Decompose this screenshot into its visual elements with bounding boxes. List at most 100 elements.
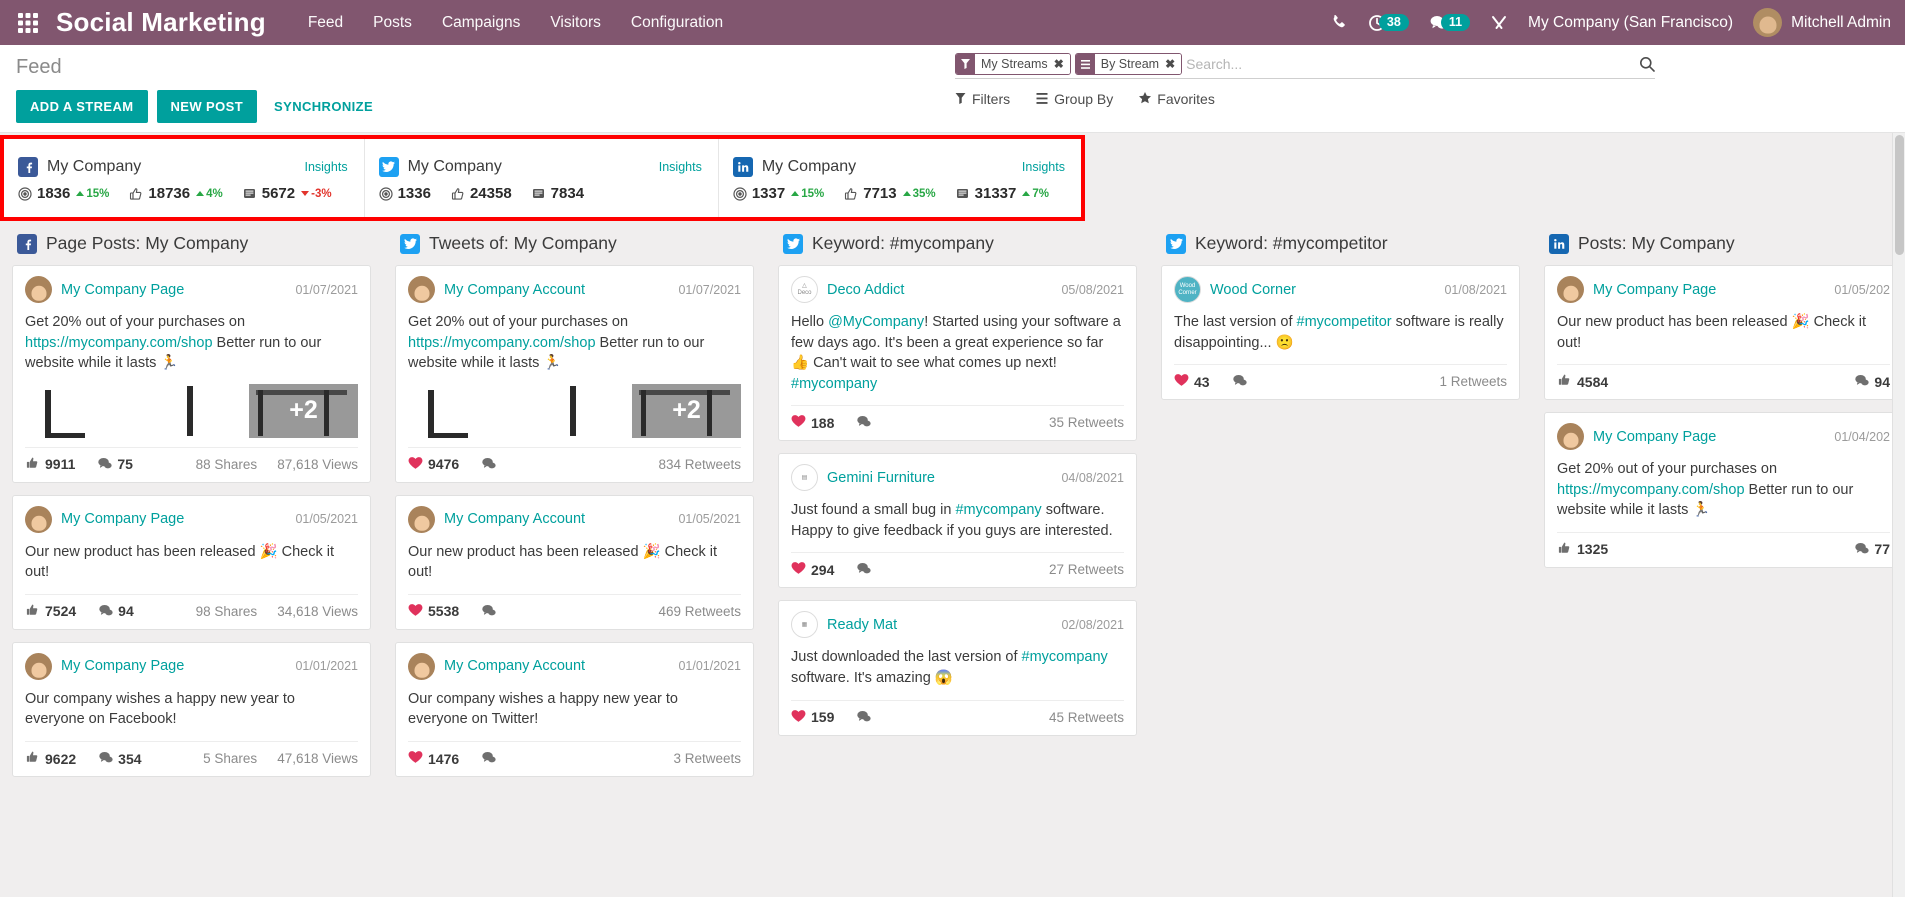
user-menu[interactable]: Mitchell Admin (1753, 8, 1891, 37)
insights-link[interactable]: Insights (304, 160, 351, 174)
post-metric-heart[interactable]: 5538 (408, 603, 459, 620)
post-metric-thumbs-up[interactable]: 9622 (25, 750, 76, 767)
post-author-link[interactable]: My Company Account (444, 282, 585, 298)
account-card-facebook[interactable]: My Company Insights 1836 15% 18736 4% 56… (4, 139, 365, 217)
post-card[interactable]: My Company Page 01/04/202 Get 20% out of y… (1544, 412, 1903, 568)
post-body-link[interactable]: #mycompany (1022, 649, 1108, 665)
page-scrollbar[interactable] (1892, 133, 1905, 897)
phone-icon[interactable] (1331, 14, 1348, 31)
post-body-link[interactable]: https://mycompany.com/shop (25, 335, 213, 351)
search-input[interactable] (1186, 53, 1631, 75)
wrench-tools-icon[interactable] (1490, 14, 1508, 32)
close-icon[interactable]: ✖ (1163, 54, 1182, 74)
post-metric-comment[interactable]: 75 (97, 456, 133, 473)
post-card[interactable]: My Company Page 01/05/202 Our new product … (1544, 265, 1903, 401)
post-metric-comment[interactable] (1232, 373, 1252, 390)
post-metric-comment[interactable] (856, 709, 876, 726)
messaging-menu[interactable]: 11 (1429, 13, 1471, 32)
post-body-link[interactable]: https://mycompany.com/shop (408, 335, 596, 351)
post-image-thumbnail[interactable] (25, 383, 134, 438)
post-metric-thumbs-up[interactable]: 4584 (1557, 373, 1608, 390)
post-metric-heart[interactable]: 188 (791, 414, 834, 431)
post-card[interactable]: Wood Corner Wood Corner 01/08/2021 The last … (1161, 265, 1520, 401)
insights-link[interactable]: Insights (659, 160, 706, 174)
post-author-link[interactable]: My Company Page (61, 282, 184, 298)
post-metric-comment[interactable]: 94 (98, 603, 134, 620)
post-metric-thumbs-up[interactable]: 1325 (1557, 541, 1608, 558)
post-metric-comment[interactable]: 354 (98, 750, 142, 767)
post-author-link[interactable]: My Company Account (444, 658, 585, 674)
post-footer: 294 27 Retweets (791, 552, 1124, 587)
post-image-gallery[interactable]: +2 (408, 383, 741, 438)
post-body-link[interactable]: https://mycompany.com/shop (1557, 482, 1745, 498)
more-images-overlay[interactable]: +2 (249, 383, 358, 438)
post-card[interactable]: My Company Account 01/07/2021 Get 20% out … (395, 265, 754, 483)
apps-grid-icon[interactable] (0, 0, 56, 45)
account-card-twitter[interactable]: My Company Insights 1336 24358 7834 (365, 139, 719, 217)
post-author-link[interactable]: My Company Page (61, 658, 184, 674)
search-facet-my-streams[interactable]: My Streams ✖ (955, 53, 1071, 75)
post-card[interactable]: My Company Account 01/05/2021 Our new prod… (395, 494, 754, 630)
filters-menu[interactable]: Filters (955, 91, 1010, 107)
more-images-overlay[interactable]: +2 (632, 383, 741, 438)
menu-item-visitors[interactable]: Visitors (550, 14, 601, 32)
active-company-label[interactable]: My Company (San Francisco) (1528, 14, 1733, 32)
insights-link[interactable]: Insights (1022, 160, 1069, 174)
menu-item-feed[interactable]: Feed (308, 14, 343, 32)
post-metric-heart[interactable]: 294 (791, 561, 834, 578)
post-metric-thumbs-up[interactable]: 7524 (25, 603, 76, 620)
post-metric-heart[interactable]: 43 (1174, 373, 1210, 390)
post-author-link[interactable]: My Company Account (444, 511, 585, 527)
post-image-thumbnail[interactable] (408, 383, 517, 438)
post-metric-comment[interactable] (481, 456, 501, 473)
stat-value: 1836 (37, 185, 71, 202)
post-image-thumbnail[interactable] (520, 383, 629, 438)
post-author-link[interactable]: My Company Page (61, 511, 184, 527)
post-metric-comment[interactable] (481, 750, 501, 767)
post-body-link[interactable]: #mycompetitor (1297, 314, 1392, 330)
post-image-thumbnail[interactable]: +2 (249, 383, 358, 438)
post-card[interactable]: My Company Account 01/01/2021 Our company … (395, 641, 754, 778)
post-metric-heart[interactable]: 159 (791, 709, 834, 726)
post-metric-comment[interactable] (856, 414, 876, 431)
search-facet-by-stream[interactable]: By Stream ✖ (1074, 53, 1183, 75)
post-body-link[interactable]: #mycompany (955, 502, 1041, 518)
add-a-stream-button[interactable]: ADD A STREAM (16, 90, 148, 123)
post-image-thumbnail[interactable]: +2 (632, 383, 741, 438)
post-author-link[interactable]: My Company Page (1593, 282, 1716, 298)
post-card[interactable]: My Company Page 01/05/2021 Our new product… (12, 494, 371, 630)
synchronize-button[interactable]: SYNCHRONIZE (266, 90, 381, 123)
post-card[interactable]: ▦ Ready Mat 02/08/2021 Just downloaded the … (778, 600, 1137, 736)
post-image-thumbnail[interactable] (137, 383, 246, 438)
post-metric-comment[interactable] (856, 561, 876, 578)
post-card[interactable]: △ Deco Deco Addict 05/08/2021 Hello @MyCompa… (778, 265, 1137, 442)
stream-title: Posts: My Company (1578, 233, 1735, 253)
post-author-link[interactable]: Wood Corner (1210, 282, 1296, 298)
close-icon[interactable]: ✖ (1051, 54, 1070, 74)
menu-item-configuration[interactable]: Configuration (631, 14, 723, 32)
new-post-button[interactable]: NEW POST (156, 90, 258, 123)
post-metric-comment[interactable] (481, 603, 501, 620)
post-metric-thumbs-up[interactable]: 9911 (25, 456, 75, 473)
post-author-link[interactable]: Ready Mat (827, 617, 897, 633)
post-body-link[interactable]: @MyCompany (828, 314, 924, 330)
post-metric-heart[interactable]: 9476 (408, 456, 459, 473)
post-card[interactable]: My Company Page 01/07/2021 Get 20% out of … (12, 265, 371, 483)
account-card-linkedin[interactable]: My Company Insights 1337 15% 7713 35% 31… (719, 139, 1081, 217)
favorites-menu[interactable]: Favorites (1139, 91, 1215, 107)
post-author-link[interactable]: Deco Addict (827, 282, 904, 298)
group-by-menu[interactable]: Group By (1036, 91, 1113, 107)
post-body-link[interactable]: #mycompany (791, 376, 877, 392)
post-card[interactable]: My Company Page 01/01/2021 Our company wis… (12, 641, 371, 778)
post-card[interactable]: ▤ Gemini Furniture 04/08/2021 Just found a … (778, 453, 1137, 589)
menu-item-campaigns[interactable]: Campaigns (442, 14, 520, 32)
magnifier-icon[interactable] (1631, 53, 1655, 75)
menu-item-posts[interactable]: Posts (373, 14, 412, 32)
post-image-gallery[interactable]: +2 (25, 383, 358, 438)
post-author-link[interactable]: Gemini Furniture (827, 470, 935, 486)
post-metric-heart[interactable]: 1476 (408, 750, 459, 767)
scrollbar-thumb[interactable] (1895, 135, 1904, 255)
post-metric-value: 188 (811, 414, 835, 431)
activity-menu[interactable]: 38 (1368, 13, 1409, 32)
post-author-link[interactable]: My Company Page (1593, 429, 1716, 445)
